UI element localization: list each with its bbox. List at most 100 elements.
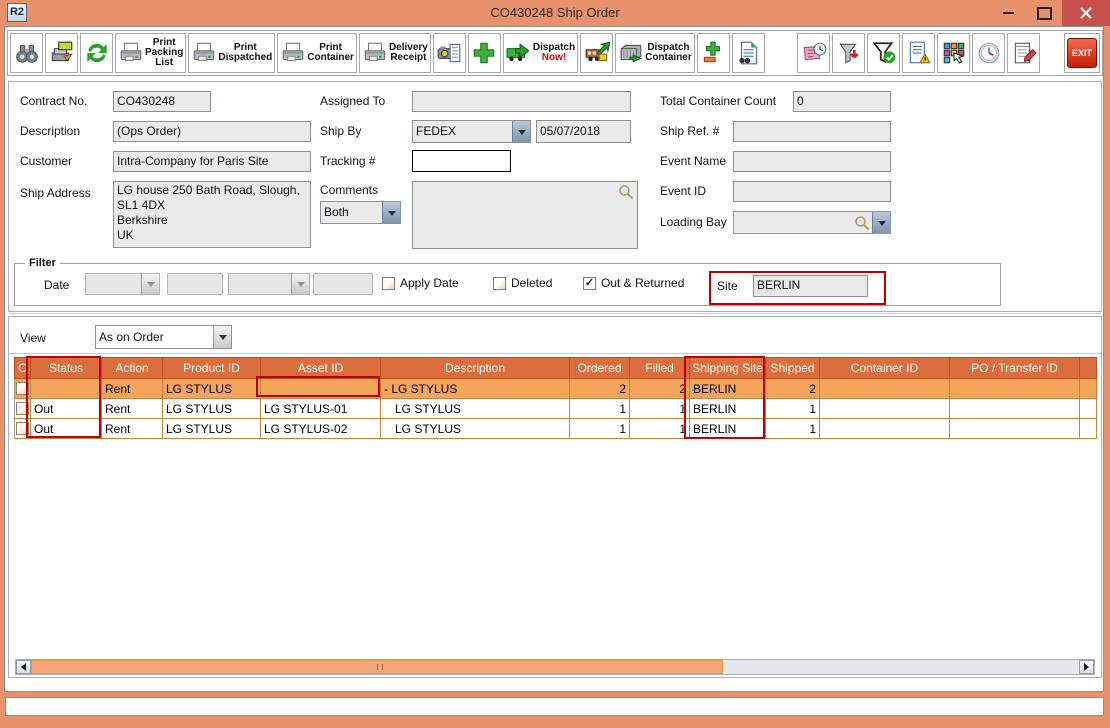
date-to-type-dropdown[interactable] [228, 273, 310, 295]
col-header-shipping-site[interactable]: Shipping Site [690, 358, 766, 379]
col-header-po-transfer-id[interactable]: PO / Transfer ID [950, 358, 1080, 379]
add-button[interactable] [468, 33, 501, 73]
cell-shipped[interactable]: 1 [766, 419, 820, 439]
description-field[interactable]: (Ops Order) [113, 121, 311, 142]
cell-filled[interactable]: 1 [630, 399, 690, 419]
schedule-notes-button[interactable] [797, 33, 830, 73]
row-checkbox[interactable] [16, 402, 29, 415]
assigned-to-field[interactable] [412, 91, 631, 112]
color-grid-button[interactable] [937, 33, 970, 73]
chevron-down-icon[interactable] [291, 274, 309, 294]
table-row[interactable]: Out Rent LG STYLUS LG STYLUS-02 LG STYLU… [15, 419, 1097, 439]
chevron-down-icon[interactable] [872, 212, 890, 233]
ship-ref-field[interactable] [733, 121, 891, 142]
col-header-status[interactable]: Status [31, 358, 102, 379]
cell-filled[interactable]: 1 [630, 419, 690, 439]
cell-po-transfer-id[interactable] [950, 419, 1080, 439]
find-button[interactable] [10, 33, 43, 73]
cell-asset-id[interactable]: LG STYLUS-01 [261, 399, 381, 419]
date-from-type-dropdown[interactable] [85, 273, 160, 295]
pics-print-button[interactable] [45, 33, 78, 73]
chevron-down-icon[interactable] [213, 326, 231, 348]
print-container-button[interactable]: Print Container [277, 33, 357, 73]
col-header-description[interactable]: Description [381, 358, 570, 379]
cell-product-id[interactable]: LG STYLUS [163, 399, 261, 419]
ship-by-dropdown[interactable]: FEDEX [412, 120, 531, 143]
table-row[interactable]: Out Rent LG STYLUS LG STYLUS-01 LG STYLU… [15, 399, 1097, 419]
cell-ordered[interactable]: 2 [570, 379, 630, 399]
cell-ordered[interactable]: 1 [570, 399, 630, 419]
cell-product-id[interactable]: LG STYLUS [163, 379, 261, 399]
tracking-field[interactable] [412, 150, 511, 172]
scroll-left-button[interactable] [16, 660, 31, 674]
cell-product-id[interactable]: LG STYLUS [163, 419, 261, 439]
event-name-field[interactable] [733, 151, 891, 172]
dispatch-now-button[interactable]: DispatchNow! [503, 33, 578, 73]
apply-date-checkbox[interactable] [382, 277, 395, 290]
comments-mode-dropdown[interactable]: Both [320, 201, 401, 224]
col-header-action[interactable]: Action [102, 358, 163, 379]
row-checkbox[interactable] [16, 382, 29, 395]
edit-notes-button[interactable] [1007, 33, 1040, 73]
event-id-field[interactable] [733, 181, 891, 202]
scrollbar-track[interactable] [31, 660, 1079, 674]
cell-ordered[interactable]: 1 [570, 419, 630, 439]
cell-filled[interactable]: 2 [630, 379, 690, 399]
close-button[interactable] [1062, 0, 1110, 26]
col-header-check[interactable]: C [15, 358, 31, 379]
scroll-right-button[interactable] [1079, 660, 1094, 674]
cell-shipped[interactable]: 2 [766, 379, 820, 399]
col-header-shipped[interactable]: Shipped [766, 358, 820, 379]
out-returned-checkbox[interactable] [583, 277, 596, 290]
time-button[interactable] [972, 33, 1005, 73]
date-from-field[interactable] [167, 273, 223, 295]
print-dispatched-button[interactable]: Print Dispatched [188, 33, 275, 73]
ship-address-field[interactable]: LG house 250 Bath Road, Slough, SL1 4DX … [113, 181, 311, 248]
cell-status[interactable] [31, 379, 102, 399]
transfer-truck-button[interactable] [580, 33, 613, 73]
cell-shipping-site[interactable]: BERLIN [690, 419, 766, 439]
cell-asset-id[interactable]: LG STYLUS-02 [261, 419, 381, 439]
print-packing-list-button[interactable]: Print Packing List [115, 33, 186, 73]
camera-report-button[interactable] [433, 33, 466, 73]
cell-po-transfer-id[interactable] [950, 399, 1080, 419]
cell-description[interactable]: LG STYLUS [381, 399, 570, 419]
alerts-button[interactable] [902, 33, 935, 73]
delivery-receipt-button[interactable]: Delivery Receipt [359, 33, 431, 73]
total-container-count-field[interactable]: 0 [793, 91, 891, 112]
cell-action[interactable]: Rent [102, 399, 163, 419]
chevron-down-icon[interactable] [141, 274, 159, 294]
add-remove-button[interactable] [697, 33, 730, 73]
cell-shipping-site[interactable]: BERLIN [690, 379, 766, 399]
cell-container-id[interactable] [820, 419, 950, 439]
date-to-field[interactable] [313, 273, 373, 295]
view-document-button[interactable] [732, 33, 765, 73]
maximize-button[interactable] [1026, 0, 1062, 26]
comments-box[interactable] [412, 181, 638, 249]
minimize-button[interactable] [990, 0, 1026, 26]
chevron-down-icon[interactable] [512, 121, 530, 142]
exit-button[interactable]: EXIT [1064, 33, 1100, 73]
deleted-checkbox[interactable] [493, 277, 506, 290]
col-header-ordered[interactable]: Ordered [570, 358, 630, 379]
cell-status[interactable]: Out [31, 419, 102, 439]
view-dropdown[interactable]: As on Order [95, 325, 232, 349]
col-header-asset-id[interactable]: Asset ID [261, 358, 381, 379]
cell-asset-id[interactable] [261, 379, 381, 399]
col-header-filled[interactable]: Filled [630, 358, 690, 379]
search-icon[interactable] [618, 184, 634, 200]
cell-description[interactable]: LG STYLUS [381, 419, 570, 439]
loading-bay-field[interactable] [733, 211, 891, 234]
cell-shipped[interactable]: 1 [766, 399, 820, 419]
refresh-button[interactable] [80, 33, 113, 73]
site-field[interactable]: BERLIN [753, 275, 868, 297]
col-header-container-id[interactable]: Container ID [820, 358, 950, 379]
cell-action[interactable]: Rent [102, 419, 163, 439]
contract-no-field[interactable]: CO430248 [113, 91, 211, 112]
ship-date-field[interactable]: 05/07/2018 [536, 120, 631, 143]
filter-apply-button[interactable] [832, 33, 865, 73]
horizontal-scrollbar[interactable] [15, 659, 1095, 675]
cell-container-id[interactable] [820, 399, 950, 419]
cell-action[interactable]: Rent [102, 379, 163, 399]
chevron-down-icon[interactable] [382, 202, 400, 223]
